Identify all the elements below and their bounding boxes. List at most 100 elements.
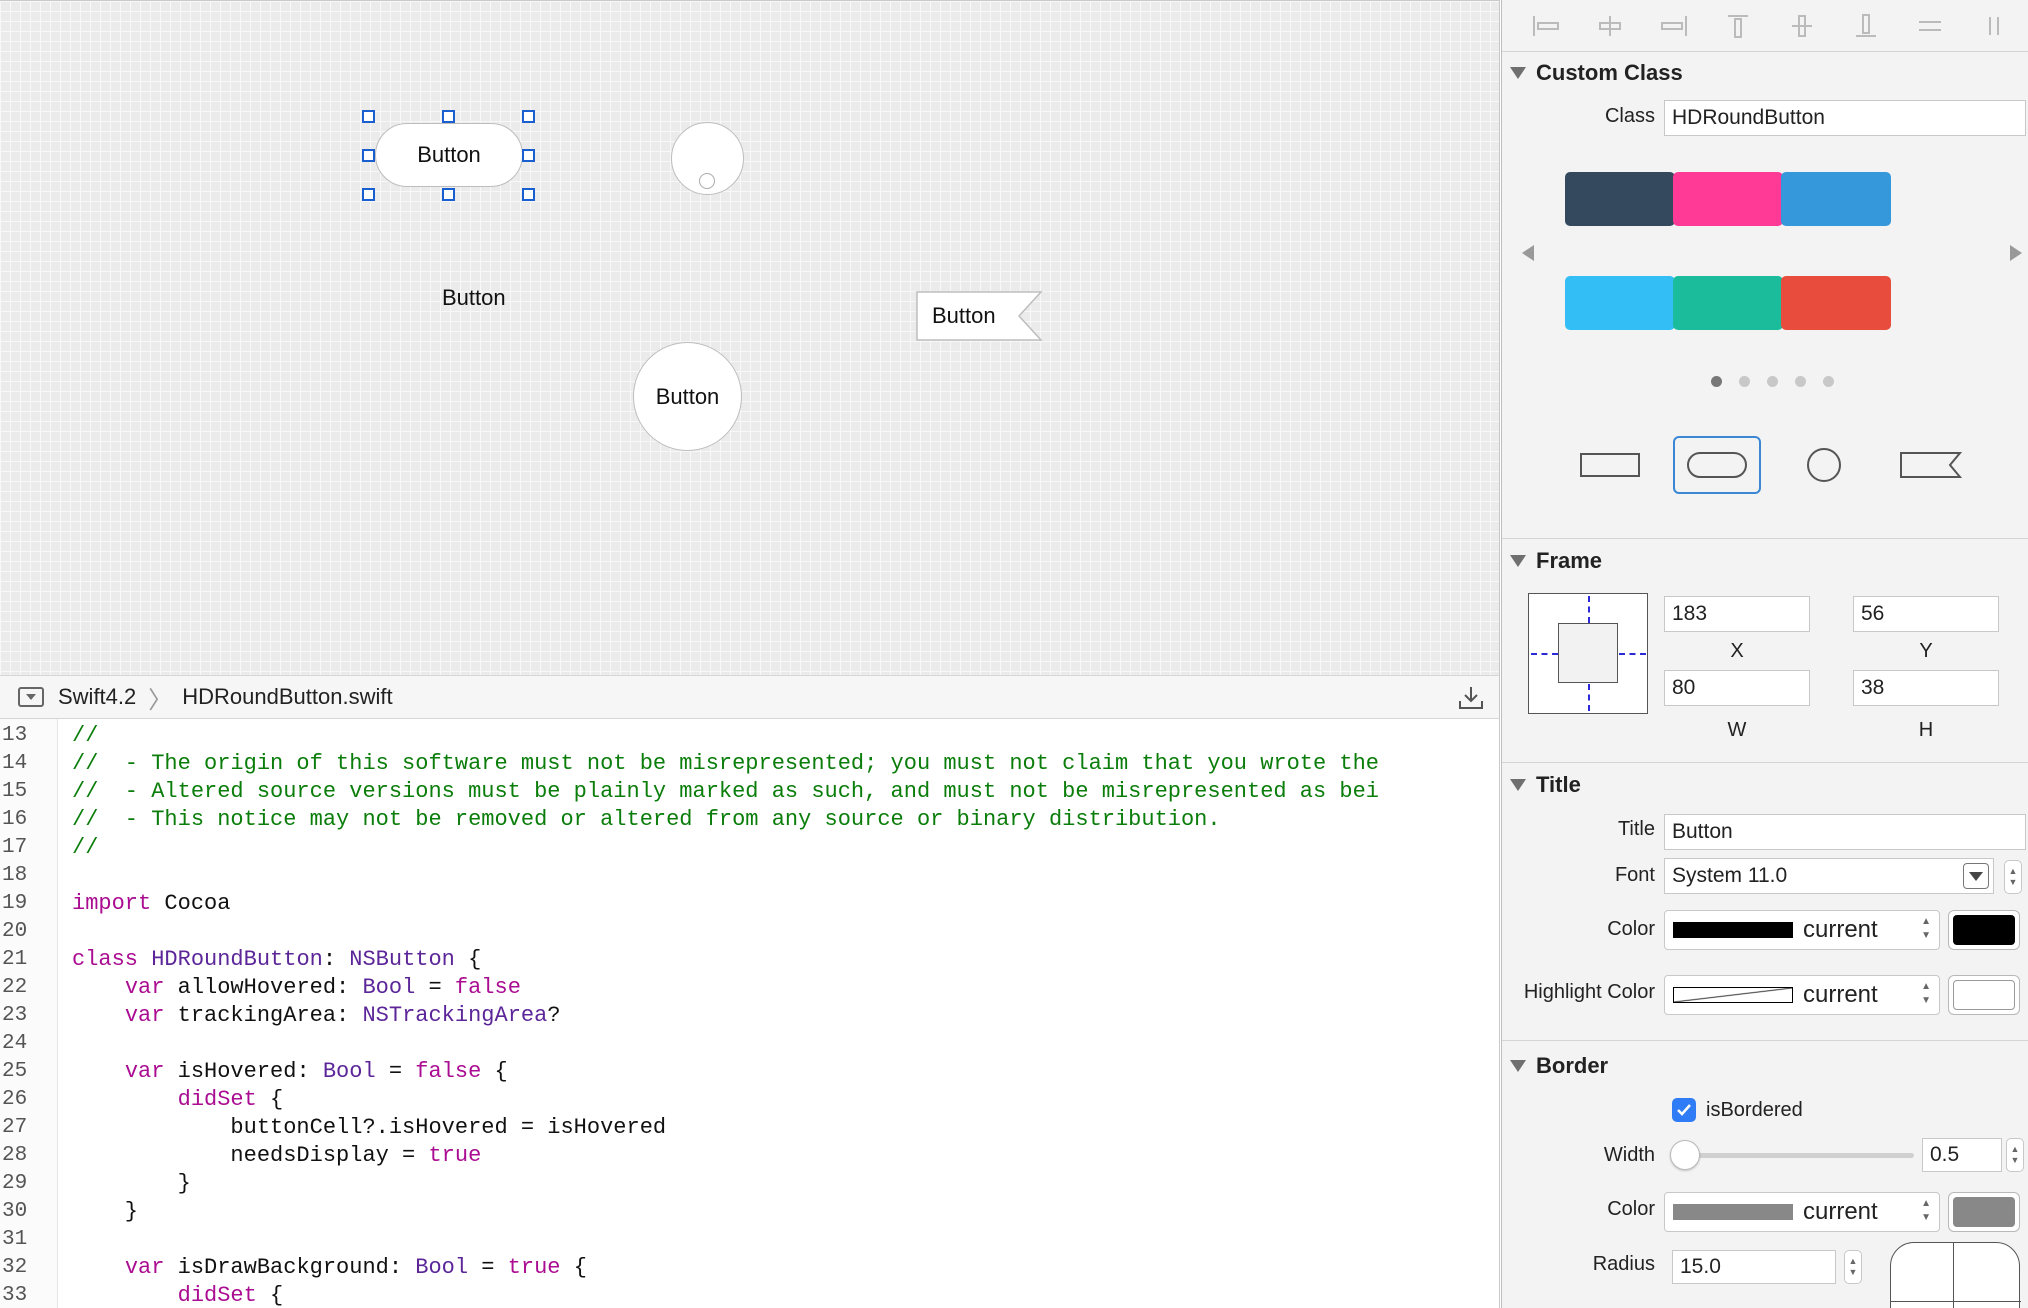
title-heading[interactable]: Title [1510,772,1581,798]
circle-button[interactable]: Button [633,342,742,451]
code-line[interactable]: 29 } [0,1170,1499,1198]
distribute-horizontal-icon[interactable] [1980,14,2008,38]
custom-class-heading[interactable]: Custom Class [1510,60,1683,86]
frame-y-field[interactable]: 56 [1853,596,1999,632]
resize-handle-bottom-right[interactable] [522,188,535,201]
selected-capsule-button[interactable]: Button [375,123,523,187]
border-color-popup[interactable]: current ▲ ▼ [1664,1192,1940,1232]
font-field[interactable]: System 11.0 [1664,858,1994,894]
color-swatch[interactable] [1565,172,1675,226]
code-line[interactable]: 21 class HDRoundButton: NSButton { [0,946,1499,974]
code-text: } [72,1170,191,1198]
color-swatch[interactable] [1781,172,1891,226]
color-swatch[interactable] [1673,172,1783,226]
line-number: 14 [2,752,28,775]
color-swatch[interactable] [1673,276,1783,330]
slider-knob[interactable] [1670,1140,1700,1170]
title-color-popup[interactable]: current ▲ ▼ [1664,910,1940,950]
align-right-icon[interactable] [1660,14,1688,38]
border-width-stepper[interactable]: ▲ ▼ [2006,1138,2024,1172]
border-radius-field[interactable]: 15.0 [1672,1250,1836,1284]
frame-x-field[interactable]: 183 [1664,596,1810,632]
code-line[interactable]: 27 buttonCell?.isHovered = isHovered [0,1114,1499,1142]
popup-arrows-icon: ▲ ▼ [1921,916,1931,941]
resize-handle-top-left[interactable] [362,110,375,123]
code-line[interactable]: 26 didSet { [0,1086,1499,1114]
code-line[interactable]: 30 } [0,1198,1499,1226]
align-bottom-icon[interactable] [1852,14,1880,38]
code-line[interactable]: 33 didSet { [0,1282,1499,1308]
highlight-color-well[interactable] [1948,975,2020,1015]
color-swatch[interactable] [1565,276,1675,330]
shape-circle-button[interactable] [1780,436,1868,494]
resize-handle-bottom[interactable] [442,188,455,201]
line-number: 22 [2,976,28,999]
class-field[interactable]: HDRoundButton [1664,100,2026,136]
page-dot[interactable] [1739,376,1750,387]
breadcrumb-project[interactable]: Swift4.2 [58,684,136,710]
font-size-stepper[interactable]: ▲ ▼ [2004,860,2022,894]
code-line[interactable]: 16 // - This notice may not be removed or… [0,806,1499,834]
autoresizing-mask-icon[interactable] [1528,593,1648,714]
related-items-icon[interactable] [18,687,44,707]
frame-h-field[interactable]: 38 [1853,670,1999,706]
page-dot[interactable] [1795,376,1806,387]
frame-w-field[interactable]: 80 [1664,670,1810,706]
page-dot[interactable] [1767,376,1778,387]
code-line[interactable]: 28 needsDisplay = true [0,1142,1499,1170]
code-line[interactable]: 32 var isDrawBackground: Bool = true { [0,1254,1499,1282]
code-line[interactable]: 13 // [0,722,1499,750]
line-number: 24 [2,1032,28,1055]
border-radius-stepper[interactable]: ▲ ▼ [1844,1250,1862,1284]
shape-flag-button[interactable] [1887,436,1975,494]
shape-rectangle-button[interactable] [1566,436,1654,494]
code-line[interactable]: 31 [0,1226,1499,1254]
resize-handle-top[interactable] [442,110,455,123]
border-color-well[interactable] [1948,1192,2020,1232]
color-swatch[interactable] [1781,276,1891,330]
align-horizontal-center-icon[interactable] [1596,14,1624,38]
code-text: // [72,834,98,862]
shape-capsule-button[interactable] [1673,436,1761,494]
code-line[interactable]: 17 // [0,834,1499,862]
frame-heading[interactable]: Frame [1510,548,1602,574]
title-color-well[interactable] [1948,910,2020,950]
download-icon[interactable] [1457,684,1485,718]
resize-handle-left[interactable] [362,149,375,162]
distribute-vertical-icon[interactable] [1916,14,1944,38]
code-line[interactable]: 15 // - Altered source versions must be p… [0,778,1499,806]
resize-handle-right[interactable] [522,149,535,162]
align-top-icon[interactable] [1724,14,1752,38]
highlight-color-popup[interactable]: current ▲ ▼ [1664,975,1940,1015]
code-line[interactable]: 23 var trackingArea: NSTrackingArea? [0,1002,1499,1030]
code-line[interactable]: 18 [0,862,1499,890]
flag-button[interactable]: Button [916,291,1044,341]
code-line[interactable]: 24 [0,1030,1499,1058]
code-line[interactable]: 19 import Cocoa [0,890,1499,918]
code-token: buttonCell?.isHovered = isHovered [72,1115,667,1140]
code-text: } [72,1198,138,1226]
align-vertical-center-icon[interactable] [1788,14,1816,38]
code-line[interactable]: 20 [0,918,1499,946]
border-width-slider[interactable] [1670,1140,1914,1170]
swatch-prev-icon[interactable] [1522,245,1534,261]
border-heading[interactable]: Border [1510,1053,1608,1079]
interface-canvas[interactable]: Button Button Button Button [0,0,1500,675]
is-bordered-checkbox[interactable] [1672,1098,1696,1122]
code-line[interactable]: 25 var isHovered: Bool = false { [0,1058,1499,1086]
border-width-field[interactable]: 0.5 [1922,1138,2002,1172]
swatch-next-icon[interactable] [2010,245,2022,261]
source-editor[interactable]: 13 // 14 // - The origin of this software m… [0,719,1500,1308]
page-dot[interactable] [1711,376,1722,387]
small-circle-button[interactable] [671,122,744,195]
code-line[interactable]: 14 // - The origin of this software must … [0,750,1499,778]
resize-handle-top-right[interactable] [522,110,535,123]
page-dot[interactable] [1823,376,1834,387]
align-left-icon[interactable] [1532,14,1560,38]
title-field[interactable]: Button [1664,814,2026,850]
breadcrumb-file[interactable]: HDRoundButton.swift [182,684,392,710]
borderless-button[interactable]: Button [442,285,506,311]
font-picker-icon[interactable] [1963,863,1989,889]
code-line[interactable]: 22 var allowHovered: Bool = false [0,974,1499,1002]
resize-handle-bottom-left[interactable] [362,188,375,201]
